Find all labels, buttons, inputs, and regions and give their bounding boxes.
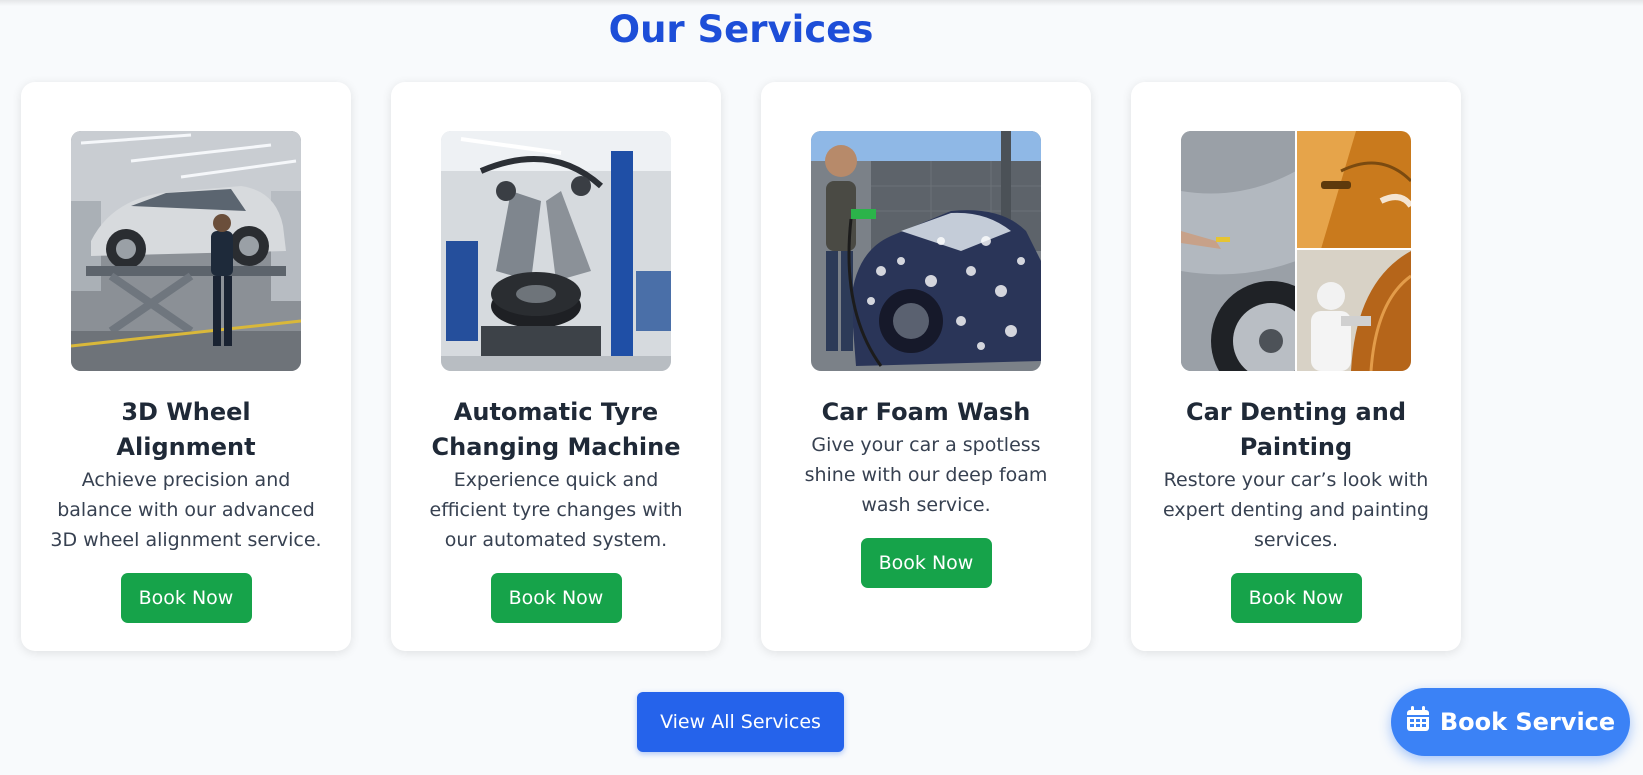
service-description: Achieve precision and balance with our a… xyxy=(50,469,322,551)
book-now-button[interactable]: Book Now xyxy=(120,573,252,623)
service-card-denting-painting: Car Denting and Painting Restore your ca… xyxy=(1131,82,1461,651)
section-title: Our Services xyxy=(608,8,874,51)
service-card-tyre-changing: Automatic Tyre Changing Machine Experien… xyxy=(391,82,721,651)
service-card-wheel-alignment: 3D Wheel Alignment Achieve precision and… xyxy=(21,82,351,651)
service-title: 3D Wheel Alignment xyxy=(116,398,256,461)
book-now-button[interactable]: Book Now xyxy=(1230,573,1362,623)
service-card-foam-wash: Car Foam Wash Give your car a spotless s… xyxy=(761,82,1091,651)
service-image-denting-painting xyxy=(1181,131,1411,371)
service-image-tyre-changing xyxy=(441,131,671,371)
service-image-wheel-alignment xyxy=(71,131,301,371)
header-shadow xyxy=(0,0,1643,6)
view-all-services-button[interactable]: View All Services xyxy=(637,692,844,752)
book-now-button[interactable]: Book Now xyxy=(860,538,992,588)
book-service-label: Book Service xyxy=(1439,708,1616,736)
service-description: Give your car a spotless shine with our … xyxy=(804,434,1048,516)
calendar-icon xyxy=(1406,706,1430,738)
service-image-foam-wash xyxy=(811,131,1041,371)
book-service-floating-button[interactable]: Book Service xyxy=(1391,688,1630,756)
service-description: Restore your car’s look with expert dent… xyxy=(1163,469,1429,551)
service-title: Car Denting and Painting xyxy=(1185,398,1407,461)
service-title: Car Foam Wash xyxy=(821,398,1031,426)
service-description: Experience quick and efficient tyre chan… xyxy=(429,469,683,551)
book-now-button[interactable]: Book Now xyxy=(490,573,622,623)
service-title: Automatic Tyre Changing Machine xyxy=(431,398,681,461)
